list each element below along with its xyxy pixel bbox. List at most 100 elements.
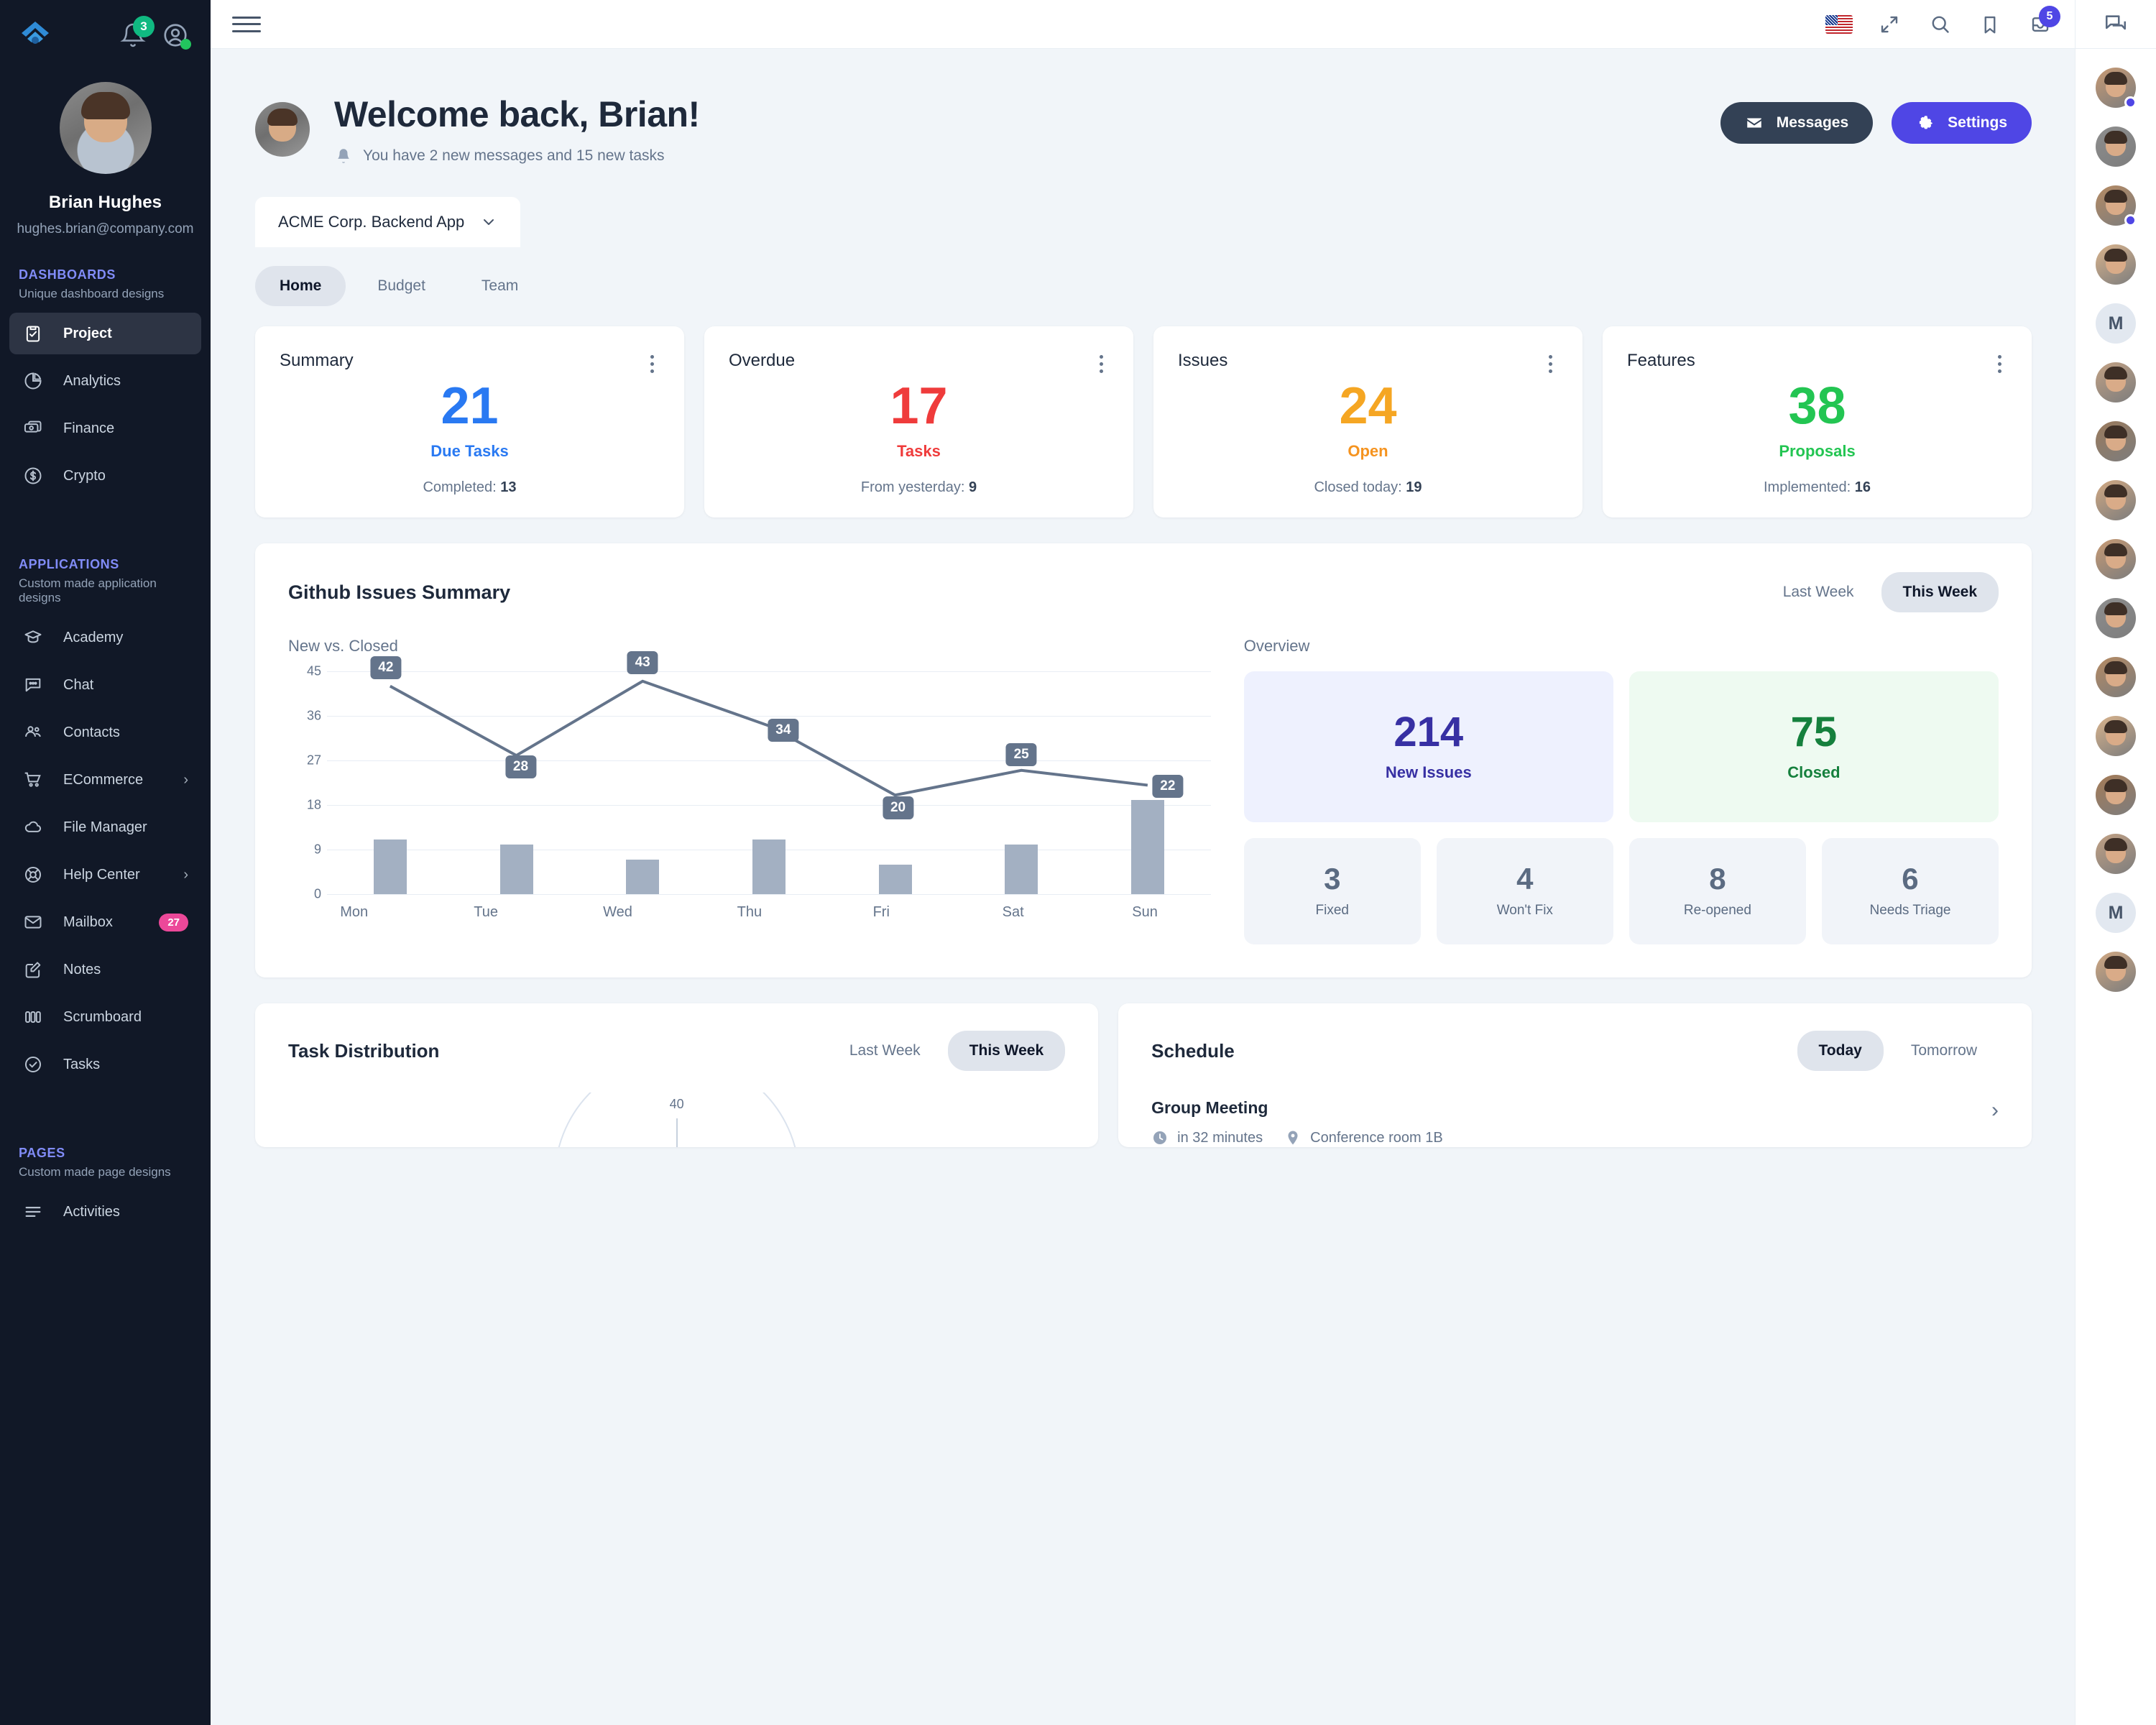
sidebar-nav-dashboards: Project Analytics Finance Crypto <box>0 313 211 497</box>
contact-avatar[interactable] <box>2096 952 2136 992</box>
contact-avatar[interactable] <box>2096 480 2136 520</box>
tab-budget[interactable]: Budget <box>353 266 450 306</box>
sidebar-item-analytics[interactable]: Analytics <box>9 360 201 402</box>
more-options-icon[interactable] <box>645 351 660 377</box>
toggle-last-week[interactable]: Last Week <box>828 1031 942 1071</box>
card-foot-label: Closed today: <box>1314 479 1402 495</box>
card-foot-label: From yesterday: <box>860 479 965 495</box>
toggle-last-week[interactable]: Last Week <box>1761 572 1876 612</box>
cloud-icon <box>22 816 44 838</box>
card-value: 21 <box>441 377 499 435</box>
app-logo-icon[interactable] <box>19 19 52 52</box>
sidebar-item-file-manager[interactable]: File Manager <box>9 806 201 848</box>
contact-avatar[interactable] <box>2096 716 2136 756</box>
bookmark-icon[interactable] <box>1976 10 2004 39</box>
tab-team[interactable]: Team <box>457 266 543 306</box>
contact-avatar[interactable] <box>2096 185 2137 226</box>
sidebar-item-notes[interactable]: Notes <box>9 949 201 990</box>
status-badge <box>2124 96 2137 109</box>
chevron-right-icon[interactable]: › <box>1991 1098 1999 1123</box>
toggle-tomorrow[interactable]: Tomorrow <box>1889 1031 1999 1071</box>
chart-data-label: 34 <box>768 718 799 742</box>
contact-avatar[interactable] <box>2096 834 2136 874</box>
avatar <box>2096 598 2136 638</box>
tab-home[interactable]: Home <box>255 266 346 306</box>
avatar <box>59 82 152 174</box>
chart-y-tick: 18 <box>306 797 321 812</box>
chart-data-label: 25 <box>1005 742 1037 766</box>
overview-value: 8 <box>1709 862 1726 896</box>
contact-avatar[interactable] <box>2096 657 2136 697</box>
more-options-icon[interactable] <box>1094 351 1109 377</box>
chat-panel-icon[interactable] <box>2076 0 2156 49</box>
event-time: in 32 minutes <box>1177 1129 1263 1146</box>
sidebar-item-mailbox[interactable]: Mailbox 27 <box>9 901 201 943</box>
sidebar-item-chat[interactable]: Chat <box>9 664 201 706</box>
inbox-icon[interactable]: 5 <box>2026 5 2060 39</box>
settings-button[interactable]: Settings <box>1892 102 2032 144</box>
sidebar-nav-pages: Activities <box>0 1191 211 1233</box>
sidebar-item-project[interactable]: Project <box>9 313 201 354</box>
contact-avatar[interactable]: M <box>2096 893 2136 933</box>
overview-label-text: Re-opened <box>1683 903 1751 918</box>
top-toolbar: 5 <box>211 0 2075 49</box>
overview-label: Overview <box>1243 637 1310 655</box>
notifications-bell-icon[interactable]: 3 <box>120 16 155 48</box>
project-selector[interactable]: ACME Corp. Backend App <box>255 197 521 247</box>
sidebar-item-ecommerce[interactable]: ECommerce › <box>9 759 201 801</box>
chart-x-tick: Tue <box>474 904 498 920</box>
profile-email: hughes.brian@company.com <box>17 221 194 236</box>
toggle-this-week[interactable]: This Week <box>1881 572 1999 612</box>
more-options-icon[interactable] <box>1543 351 1558 377</box>
sidebar-item-finance[interactable]: Finance <box>9 408 201 449</box>
inbox-badge: 5 <box>2039 5 2060 27</box>
contact-avatar[interactable] <box>2096 126 2136 167</box>
more-options-icon[interactable] <box>1992 351 2007 377</box>
sidebar-item-label: Chat <box>63 676 94 693</box>
panel-title: Github Issues Summary <box>288 581 511 603</box>
card-foot-value: 16 <box>1854 479 1871 495</box>
contact-avatar[interactable] <box>2096 244 2136 285</box>
card-foot-value: 9 <box>968 479 977 495</box>
toggle-this-week[interactable]: This Week <box>947 1031 1066 1071</box>
overview-value: 4 <box>1516 862 1534 896</box>
avatar <box>2096 126 2136 167</box>
search-icon[interactable] <box>1925 10 1954 39</box>
sidebar-item-activities[interactable]: Activities <box>9 1191 201 1233</box>
overview-new-issues: 214 New Issues <box>1243 671 1613 822</box>
sidebar-item-academy[interactable]: Academy <box>9 617 201 658</box>
project-selector-label: ACME Corp. Backend App <box>278 213 465 231</box>
sidebar-item-contacts[interactable]: Contacts <box>9 712 201 753</box>
lifebuoy-icon <box>22 864 44 886</box>
sidebar-item-crypto[interactable]: Crypto <box>9 455 201 497</box>
sidebar-profile[interactable]: Brian Hughes hughes.brian@company.com <box>0 55 211 237</box>
banknotes-icon <box>22 418 44 439</box>
sidebar-item-tasks[interactable]: Tasks <box>9 1044 201 1085</box>
users-icon <box>22 722 44 743</box>
contact-avatar[interactable]: M <box>2096 303 2136 344</box>
contact-avatar[interactable] <box>2096 362 2136 402</box>
toggle-today[interactable]: Today <box>1797 1031 1884 1071</box>
user-account-icon[interactable] <box>162 22 191 50</box>
menu-icon[interactable] <box>232 14 261 35</box>
check-circle-icon <box>22 1054 44 1075</box>
fullscreen-icon[interactable] <box>1875 10 1904 39</box>
sidebar-item-scrumboard[interactable]: Scrumboard <box>9 996 201 1038</box>
contact-avatar[interactable] <box>2096 775 2136 815</box>
contact-avatar[interactable] <box>2096 539 2136 579</box>
flag-us-icon[interactable] <box>1825 10 1853 39</box>
contact-avatar[interactable] <box>2096 598 2136 638</box>
contact-avatar[interactable] <box>2096 421 2136 461</box>
schedule-toggle: Today Tomorrow <box>1797 1031 1999 1071</box>
chart-y-tick: 0 <box>313 886 321 901</box>
contacts-rail: MM <box>2075 0 2156 1725</box>
chart-data-label: 22 <box>1152 775 1184 799</box>
chart-y-tick: 45 <box>306 663 321 678</box>
overview-label-text: New Issues <box>1385 763 1472 781</box>
contact-avatar[interactable] <box>2096 68 2137 109</box>
sidebar-item-help-center[interactable]: Help Center › <box>9 854 201 896</box>
messages-button[interactable]: Messages <box>1720 102 1874 144</box>
clipboard-check-icon <box>22 323 44 344</box>
task-distribution-toggle: Last Week This Week <box>828 1031 1066 1071</box>
schedule-event-row[interactable]: Group Meeting in 32 minutes Conference r… <box>1151 1098 1999 1146</box>
